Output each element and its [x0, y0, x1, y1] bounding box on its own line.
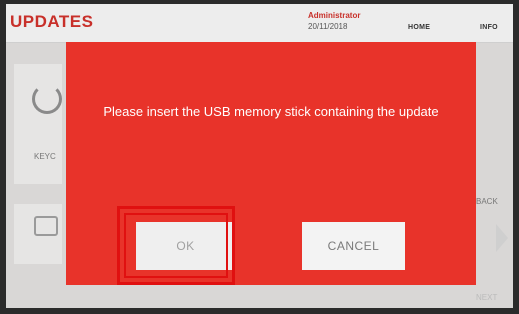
cancel-button[interactable]: CANCEL — [302, 222, 405, 270]
top-bar: UPDATES Administrator 20/11/2018 HOME IN… — [6, 4, 513, 43]
refresh-icon — [32, 84, 62, 114]
update-dialog: Please insert the USB memory stick conta… — [66, 42, 476, 285]
next-label: NEXT — [476, 293, 498, 302]
nav-home[interactable]: HOME — [408, 24, 430, 31]
user-info: Administrator 20/11/2018 — [308, 10, 360, 32]
current-date: 20/11/2018 — [308, 22, 348, 31]
nav-info[interactable]: INFO — [480, 24, 498, 31]
dialog-message: Please insert the USB memory stick conta… — [103, 104, 439, 119]
ok-button[interactable]: OK — [136, 222, 235, 270]
usb-icon — [34, 216, 58, 236]
touch-screen: UPDATES Administrator 20/11/2018 HOME IN… — [6, 4, 513, 308]
back-label: BACK — [476, 197, 498, 206]
background-label: KEYC — [34, 152, 56, 161]
background-menu-item — [14, 64, 62, 184]
next-arrow-icon — [496, 224, 508, 252]
user-name: Administrator — [308, 11, 361, 20]
page-title: UPDATES — [10, 12, 94, 31]
